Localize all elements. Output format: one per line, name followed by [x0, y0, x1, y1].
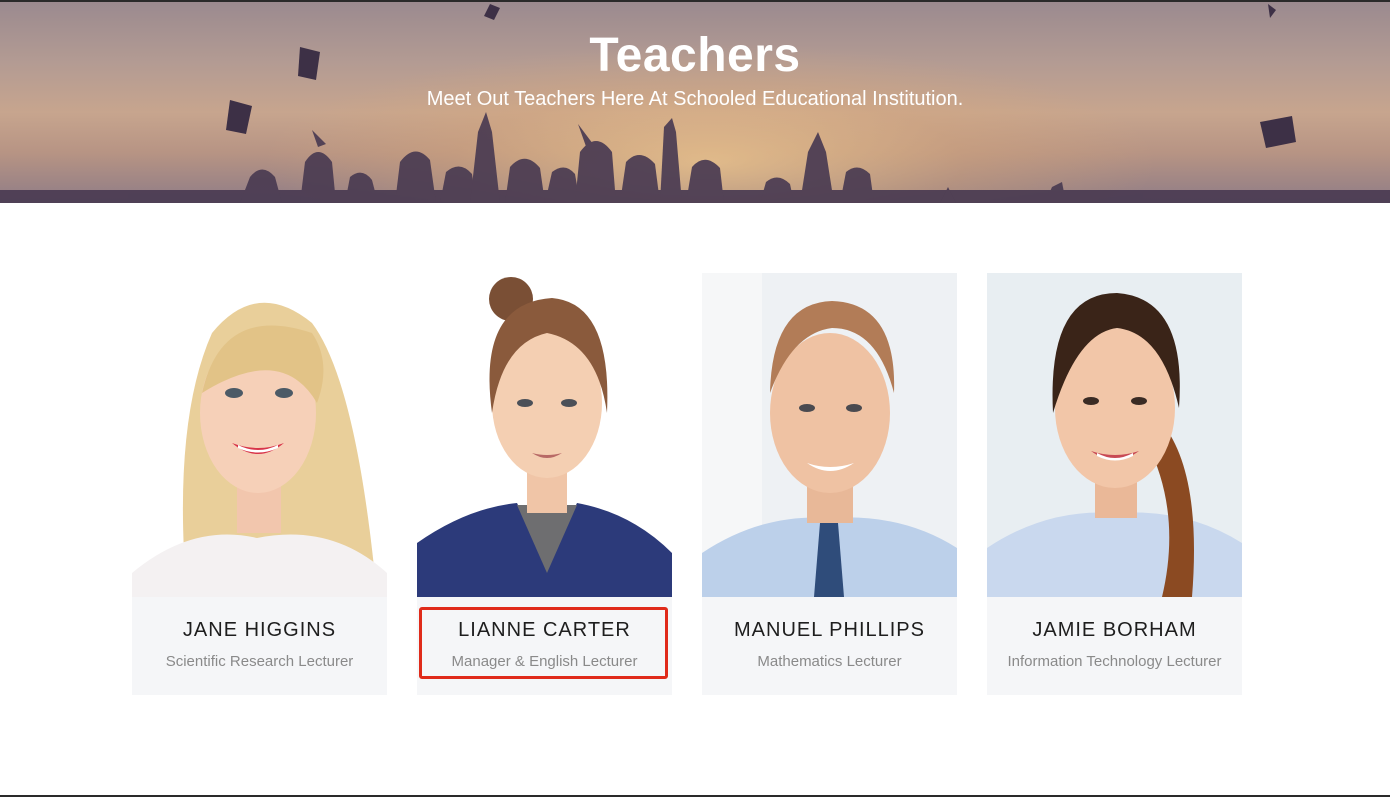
page-subtitle: Meet Out Teachers Here At Schooled Educa…: [426, 88, 964, 110]
teacher-name[interactable]: JANE HIGGINS: [132, 619, 387, 642]
teacher-photo[interactable]: [417, 273, 672, 597]
teacher-info: JAMIE BORHAM Information Technology Lect…: [987, 597, 1242, 695]
teacher-role: Mathematics Lecturer: [757, 653, 902, 670]
teacher-info: LIANNE CARTER Manager & English Lecturer: [417, 597, 672, 695]
teacher-info: MANUEL PHILLIPS Mathematics Lecturer: [702, 597, 957, 695]
teacher-card[interactable]: JANE HIGGINS Scientific Research Lecture…: [132, 273, 387, 695]
teacher-role: Information Technology Lecturer: [1007, 653, 1222, 670]
teacher-name[interactable]: JAMIE BORHAM: [987, 619, 1242, 642]
teacher-photo[interactable]: [702, 273, 957, 597]
teachers-page: Teachers Meet Out Teachers Here At Schoo…: [0, 0, 1390, 797]
teacher-role: Scientific Research Lecturer: [165, 653, 354, 670]
teacher-card[interactable]: LIANNE CARTER Manager & English Lecturer: [417, 273, 672, 695]
teacher-card[interactable]: MANUEL PHILLIPS Mathematics Lecturer: [702, 273, 957, 695]
teacher-photo[interactable]: [132, 273, 387, 597]
teacher-portrait-image: [702, 273, 957, 597]
teacher-name[interactable]: MANUEL PHILLIPS: [702, 619, 957, 642]
selection-highlight: [419, 607, 668, 679]
teacher-card[interactable]: JAMIE BORHAM Information Technology Lect…: [987, 273, 1242, 695]
teacher-info: JANE HIGGINS Scientific Research Lecture…: [132, 597, 387, 695]
page-title: Teachers: [589, 29, 801, 82]
teachers-grid: JANE HIGGINS Scientific Research Lecture…: [132, 273, 1242, 695]
teacher-portrait-image: [987, 273, 1242, 597]
hero-banner: Teachers Meet Out Teachers Here At Schoo…: [0, 2, 1390, 203]
teacher-portrait-image: [132, 273, 387, 597]
teacher-photo[interactable]: [987, 273, 1242, 597]
teacher-portrait-image: [417, 273, 672, 597]
